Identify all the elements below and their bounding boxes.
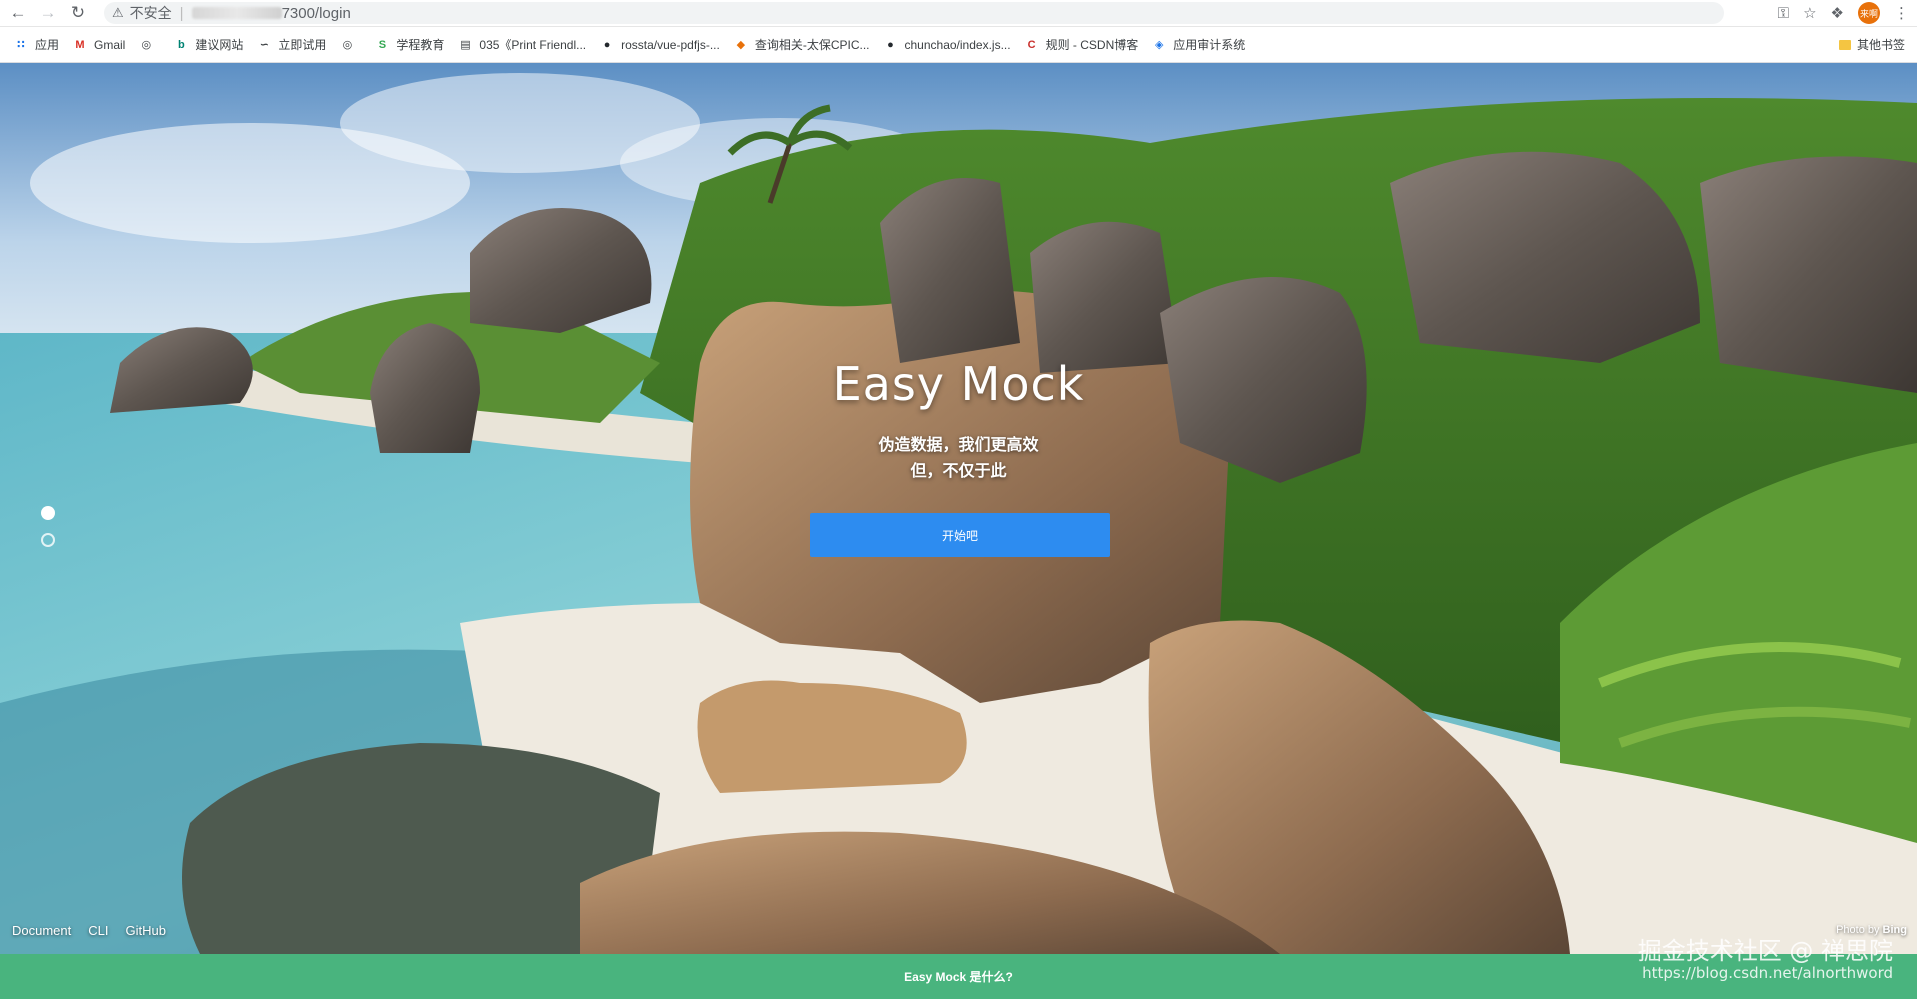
beach-background-image bbox=[0, 63, 1917, 954]
bookmark-label: 学程教育 bbox=[396, 38, 445, 52]
bookmark-item[interactable]: ∷ 应用 bbox=[14, 36, 59, 53]
github-icon: ● bbox=[887, 38, 894, 51]
bookmark-item[interactable]: C 规则 - CSDN博客 bbox=[1025, 36, 1139, 53]
bookmark-item[interactable]: ◆ 查询相关-太保CPIC... bbox=[734, 36, 870, 53]
bookmark-label: rossta/vue-pdfjs-... bbox=[621, 37, 720, 52]
swirl-icon: ∽ bbox=[259, 39, 269, 51]
github-icon: ● bbox=[603, 38, 611, 51]
star-icon[interactable]: ☆ bbox=[1803, 4, 1816, 22]
bookmark-label: 035《Print Friendl... bbox=[479, 38, 587, 52]
info-bar-text: Easy Mock 是什么? bbox=[904, 970, 1013, 984]
footer-link-cli[interactable]: CLI bbox=[88, 923, 108, 938]
bookmark-label: Gmail bbox=[94, 37, 126, 52]
back-arrow-icon[interactable]: ← bbox=[6, 1, 30, 25]
photo-credit-source[interactable]: Bing bbox=[1883, 924, 1907, 936]
green-s-icon: S bbox=[378, 38, 387, 51]
bing-icon: b bbox=[177, 38, 185, 51]
book-icon: ▤ bbox=[460, 39, 471, 51]
photo-credit-prefix: Photo by bbox=[1836, 924, 1883, 936]
toolbar-actions: ⚿ ☆ ❖ 来啊 ⋮ bbox=[1778, 0, 1909, 26]
other-bookmarks-label: 其他书签 bbox=[1856, 38, 1905, 52]
bookmark-label: chunchao/index.js... bbox=[904, 37, 1011, 52]
browser-toolbar: ← → ↻ ⚠ 不安全 | 7300/login ⚿ ☆ ❖ 来啊 ⋮ bbox=[0, 0, 1917, 27]
folder-icon bbox=[1838, 39, 1851, 50]
bookmark-item[interactable]: ∽ 立即试用 bbox=[257, 36, 327, 53]
footer-links: Document CLI GitHub bbox=[12, 923, 166, 938]
bookmark-label: 立即试用 bbox=[278, 38, 327, 52]
reload-icon[interactable]: ↻ bbox=[66, 1, 90, 25]
address-bar[interactable]: ⚠ 不安全 | 7300/login bbox=[104, 2, 1724, 24]
csdn-icon: C bbox=[1027, 38, 1036, 51]
menu-kebab-icon[interactable]: ⋮ bbox=[1894, 4, 1909, 22]
bookmark-label: 查询相关-太保CPIC... bbox=[754, 38, 870, 52]
photo-credit: Photo by Bing bbox=[1836, 924, 1907, 936]
profile-avatar[interactable]: 来啊 bbox=[1858, 2, 1880, 24]
hero-title: Easy Mock bbox=[832, 357, 1085, 411]
bookmark-label: 应用审计系统 bbox=[1173, 38, 1246, 52]
footer-link-document[interactable]: Document bbox=[12, 923, 71, 938]
bookmark-item[interactable]: ● rossta/vue-pdfjs-... bbox=[600, 38, 720, 52]
login-page: Easy Mock 伪造数据，我们更高效 但，不仅于此 开始吧 Document… bbox=[0, 63, 1917, 954]
hero-subtitle-line2: 但，不仅于此 bbox=[910, 463, 1007, 480]
bookmark-item[interactable]: ◎ bbox=[340, 38, 361, 52]
carousel-dot[interactable] bbox=[41, 533, 55, 547]
bookmarks-bar: ∷ 应用 M Gmail ◎ b 建议网站 ∽ 立即试用 ◎ S 学程教育 ▤ 035《Print Fri… bbox=[0, 27, 1917, 63]
bookmark-item[interactable]: ● chunchao/index.js... bbox=[884, 37, 1011, 52]
extensions-puzzle-icon[interactable]: ❖ bbox=[1831, 4, 1844, 22]
bookmark-label: 应用 bbox=[35, 38, 60, 52]
watermark: 掘金技术社区 @ 禅思院 https://blog.csdn.net/alnor… bbox=[1637, 937, 1893, 984]
hero-subtitle-line1: 伪造数据，我们更高效 bbox=[878, 437, 1039, 454]
hero-subtitle: 伪造数据，我们更高效 但，不仅于此 bbox=[0, 433, 1917, 485]
bookmark-label: 建议网站 bbox=[195, 38, 244, 52]
footer-link-github[interactable]: GitHub bbox=[125, 923, 165, 938]
url-text: 7300/login bbox=[281, 4, 351, 22]
gmail-icon: M bbox=[75, 38, 85, 51]
warning-icon: ⚠ bbox=[112, 5, 124, 20]
bookmark-item[interactable]: M Gmail bbox=[73, 38, 125, 52]
bookmark-item[interactable]: ◎ bbox=[139, 38, 160, 52]
bookmark-item[interactable]: S 学程教育 bbox=[375, 36, 445, 53]
fox-icon: ◆ bbox=[736, 39, 746, 51]
apps-grid-icon: ∷ bbox=[17, 39, 25, 51]
bookmark-item[interactable]: ▤ 035《Print Friendl... bbox=[458, 36, 586, 53]
bookmark-label: 规则 - CSDN博客 bbox=[1045, 38, 1139, 52]
key-icon[interactable]: ⚿ bbox=[1778, 5, 1789, 22]
security-label: 不安全 bbox=[129, 5, 172, 21]
diamond-icon: ◈ bbox=[1155, 39, 1164, 51]
carousel-dot-active[interactable] bbox=[41, 506, 55, 520]
start-button[interactable]: 开始吧 bbox=[810, 513, 1110, 557]
forward-arrow-icon[interactable]: → bbox=[36, 1, 60, 25]
globe-icon: ◎ bbox=[141, 39, 152, 51]
what-is-easy-mock-bar[interactable]: Easy Mock 是什么? bbox=[0, 954, 1917, 999]
url-redacted-host bbox=[191, 7, 282, 19]
bookmark-item[interactable]: b 建议网站 bbox=[174, 36, 243, 53]
address-divider: | bbox=[179, 4, 184, 22]
globe-icon: ◎ bbox=[342, 39, 353, 51]
watermark-line2: https://blog.csdn.net/alnorthword bbox=[1642, 964, 1893, 982]
other-bookmarks[interactable]: 其他书签 bbox=[1838, 27, 1905, 62]
watermark-line1: 掘金技术社区 @ 禅思院 bbox=[1637, 937, 1893, 965]
bookmark-item[interactable]: ◈ 应用审计系统 bbox=[1152, 36, 1245, 53]
